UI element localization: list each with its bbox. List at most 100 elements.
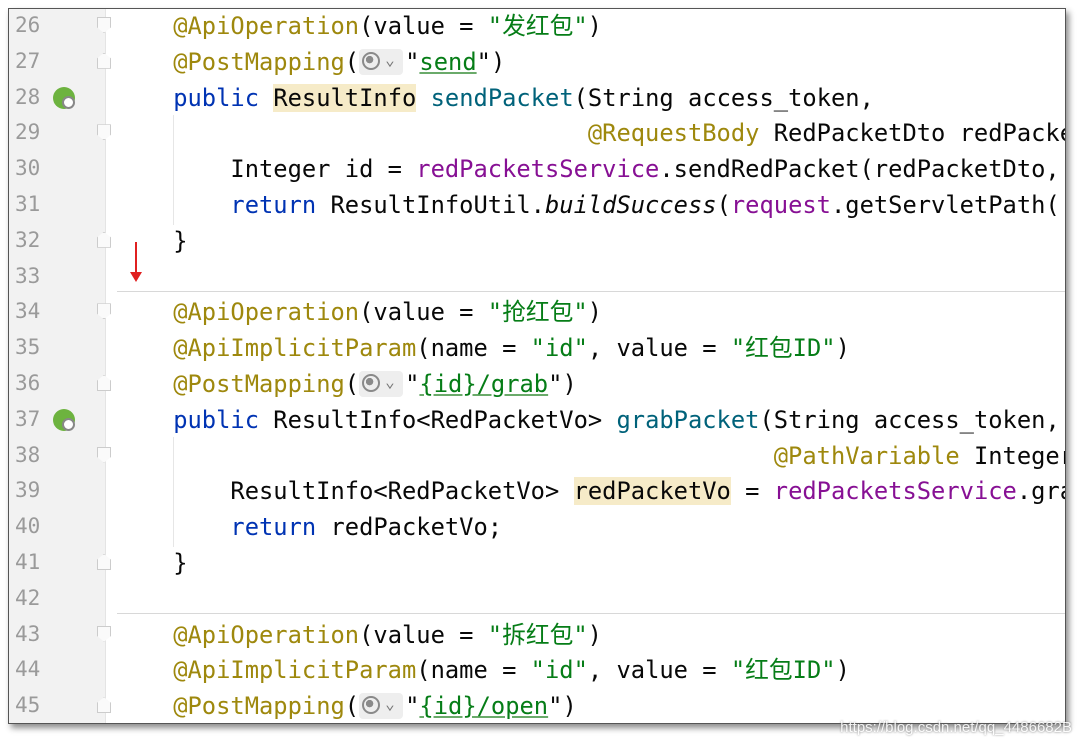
code-line[interactable]: 40 return redPacketVo;	[9, 510, 1065, 546]
globe-url-icon[interactable]	[359, 689, 404, 720]
line-number[interactable]: 35	[15, 335, 40, 359]
code-text[interactable]: ResultInfo<RedPacketVo> redPacketVo = re…	[116, 476, 1065, 506]
fold-start-icon[interactable]	[97, 303, 111, 320]
line-number[interactable]: 32	[15, 228, 40, 252]
code-line[interactable]: 44 @ApiImplicitParam(name = "id", value …	[9, 653, 1065, 689]
line-number[interactable]: 36	[15, 371, 40, 395]
code-token: (value =	[359, 620, 488, 649]
code-text[interactable]: @PathVariable Integer id	[116, 441, 1065, 471]
line-number[interactable]: 40	[15, 514, 40, 538]
code-text[interactable]: return ResultInfoUtil.buildSuccess(reque…	[116, 190, 1059, 220]
code-token: @ApiOperation	[173, 12, 360, 40]
code-token: @ApiImplicitParam	[173, 334, 417, 363]
code-line[interactable]: 32 }	[9, 224, 1065, 260]
code-token[interactable]: {id}/open	[419, 692, 548, 720]
code-token: "发红包"	[487, 12, 588, 40]
line-number[interactable]: 30	[15, 156, 40, 180]
code-text[interactable]: @PostMapping("{id}/grab")	[116, 367, 577, 399]
line-number[interactable]: 33	[15, 264, 40, 288]
globe-url-icon[interactable]	[359, 45, 404, 75]
code-line[interactable]: 28 public ResultInfo sendPacket(String a…	[9, 81, 1065, 117]
code-line[interactable]: 31 return ResultInfoUtil.buildSuccess(re…	[9, 188, 1065, 224]
code-line[interactable]: 27 @PostMapping("send")	[9, 45, 1065, 81]
code-token: )	[835, 656, 850, 685]
code-text[interactable]: @RequestBody RedPacketDto redPacketDto,	[116, 118, 1065, 148]
line-number[interactable]: 38	[15, 443, 40, 467]
code-token: public	[173, 83, 259, 112]
code-line[interactable]: 35 @ApiImplicitParam(name = "id", value …	[9, 331, 1065, 367]
code-line[interactable]: 29 @RequestBody RedPacketDto redPacketDt…	[9, 116, 1065, 152]
line-number[interactable]: 41	[15, 550, 40, 574]
code-token[interactable]: send	[419, 48, 476, 76]
code-token[interactable]: {id}/grab	[419, 370, 548, 398]
fold-start-icon[interactable]	[97, 124, 111, 141]
code-token: }	[116, 549, 188, 577]
spring-endpoint-icon[interactable]	[53, 408, 75, 431]
fold-start-icon[interactable]	[97, 625, 111, 642]
code-line[interactable]: 43 @ApiOperation(value = "拆红包")	[9, 618, 1065, 654]
code-token: (	[344, 692, 360, 721]
code-token: @PostMapping	[173, 47, 345, 76]
code-token: ResultInfo<RedPacketVo>	[259, 405, 617, 434]
method-separator	[117, 291, 1065, 292]
code-text[interactable]: @PostMapping("{id}/open")	[116, 689, 577, 721]
line-number[interactable]: 28	[15, 85, 40, 109]
code-line[interactable]: 37 public ResultInfo<RedPacketVo> grabPa…	[9, 403, 1065, 439]
code-text[interactable]: public ResultInfo<RedPacketVo> grabPacke…	[116, 405, 1060, 435]
code-line[interactable]: 41 }	[9, 546, 1065, 582]
line-number[interactable]: 37	[15, 407, 40, 431]
fold-end-icon[interactable]	[97, 697, 111, 714]
code-line[interactable]: 26 @ApiOperation(value = "发红包")	[9, 9, 1065, 45]
line-number[interactable]: 39	[15, 478, 40, 502]
code-token: "拆红包"	[487, 620, 588, 649]
line-number[interactable]: 34	[15, 299, 40, 323]
line-number[interactable]: 43	[15, 622, 40, 646]
code-token: .grabRedPacket(	[1016, 477, 1065, 506]
code-token: buildSuccess	[544, 191, 717, 219]
code-token: (name =	[416, 656, 531, 685]
code-text[interactable]: @ApiOperation(value = "发红包")	[116, 11, 602, 41]
spring-endpoint-icon[interactable]	[53, 86, 75, 109]
code-token: }	[116, 226, 188, 255]
globe-url-icon[interactable]	[359, 367, 404, 397]
indent-guide	[173, 437, 174, 547]
fold-end-icon[interactable]	[97, 231, 111, 248]
code-token: ResultInfo<RedPacketVo>	[116, 477, 574, 506]
line-number[interactable]: 29	[15, 120, 40, 144]
fold-end-icon[interactable]	[97, 554, 111, 570]
code-text[interactable]: @ApiImplicitParam(name = "id", value = "…	[116, 655, 850, 685]
code-token: request	[730, 191, 831, 219]
code-text[interactable]: @ApiOperation(value = "拆红包")	[116, 620, 602, 650]
fold-end-icon[interactable]	[97, 52, 111, 69]
fold-start-icon[interactable]	[97, 17, 111, 33]
line-number[interactable]: 45	[15, 693, 40, 717]
line-number[interactable]: 44	[15, 657, 40, 681]
code-line[interactable]: 36 @PostMapping("{id}/grab")	[9, 367, 1065, 403]
code-text[interactable]: }	[116, 548, 188, 578]
line-number[interactable]: 27	[15, 49, 40, 73]
code-token: sendPacket	[430, 83, 574, 112]
fold-start-icon[interactable]	[97, 446, 111, 463]
code-text[interactable]: @ApiImplicitParam(name = "id", value = "…	[116, 333, 850, 363]
code-token: @ApiImplicitParam	[173, 656, 417, 685]
line-number[interactable]: 31	[15, 192, 40, 216]
code-line[interactable]: 39 ResultInfo<RedPacketVo> redPacketVo =…	[9, 474, 1065, 510]
code-line[interactable]: 38 @PathVariable Integer id	[9, 439, 1065, 475]
fold-end-icon[interactable]	[97, 375, 111, 391]
code-token: "	[405, 370, 420, 398]
code-text[interactable]: Integer id = redPacketsService.sendRedPa…	[116, 154, 1065, 184]
code-token: , value =	[587, 656, 731, 685]
line-number[interactable]: 42	[15, 586, 40, 610]
code-line[interactable]: 34 @ApiOperation(value = "抢红包")	[9, 295, 1065, 331]
code-token: , value =	[587, 334, 731, 363]
code-text[interactable]: @ApiOperation(value = "抢红包")	[116, 297, 602, 327]
code-text[interactable]: public ResultInfo sendPacket(String acce…	[116, 83, 874, 113]
line-number[interactable]: 26	[15, 13, 40, 37]
code-text[interactable]: }	[116, 226, 188, 256]
code-text[interactable]: @PostMapping("send")	[116, 45, 505, 77]
code-token: @ApiOperation	[173, 298, 360, 327]
code-line[interactable]: 30 Integer id = redPacketsService.sendRe…	[9, 152, 1065, 188]
